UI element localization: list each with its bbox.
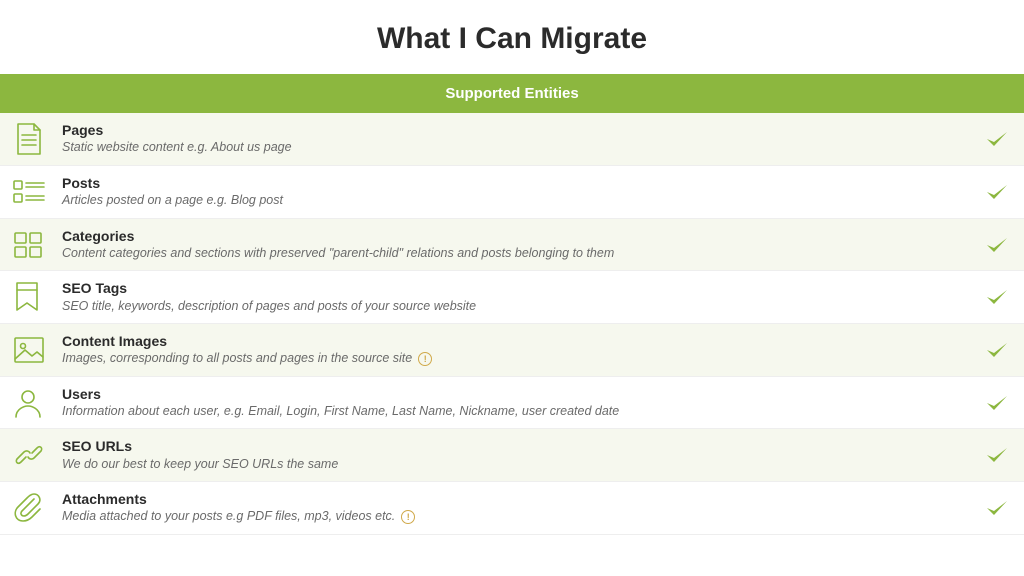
- entity-text: SEO TagsSEO title, keywords, description…: [56, 279, 978, 315]
- entity-list: PagesStatic website content e.g. About u…: [0, 113, 1024, 535]
- entity-row: CategoriesContent categories and section…: [0, 219, 1024, 272]
- entity-text: Content ImagesImages, corresponding to a…: [56, 332, 978, 368]
- entity-text: AttachmentsMedia attached to your posts …: [56, 490, 978, 526]
- entity-row: AttachmentsMedia attached to your posts …: [0, 482, 1024, 535]
- entity-description: SEO title, keywords, description of page…: [62, 298, 978, 316]
- entity-text: UsersInformation about each user, e.g. E…: [56, 385, 978, 421]
- entity-description-text: Articles posted on a page e.g. Blog post: [62, 192, 283, 210]
- images-icon: [12, 335, 56, 365]
- entity-description-text: Content categories and sections with pre…: [62, 245, 614, 263]
- supported-check-icon: [978, 236, 1008, 254]
- entity-title: Users: [62, 385, 978, 403]
- supported-check-icon: [978, 446, 1008, 464]
- page-icon: [12, 121, 56, 157]
- entity-text: CategoriesContent categories and section…: [56, 227, 978, 263]
- entity-title: Categories: [62, 227, 978, 245]
- entity-description-text: Media attached to your posts e.g PDF fil…: [62, 508, 395, 526]
- page-title: What I Can Migrate: [0, 0, 1024, 74]
- entity-description: We do our best to keep your SEO URLs the…: [62, 456, 978, 474]
- entity-text: PagesStatic website content e.g. About u…: [56, 121, 978, 157]
- entity-title: Content Images: [62, 332, 978, 350]
- categories-icon: [12, 230, 56, 260]
- entity-description: Images, corresponding to all posts and p…: [62, 350, 978, 368]
- entity-row: SEO TagsSEO title, keywords, description…: [0, 271, 1024, 324]
- entity-description: Information about each user, e.g. Email,…: [62, 403, 978, 421]
- entity-row: Content ImagesImages, corresponding to a…: [0, 324, 1024, 377]
- info-icon[interactable]: !: [401, 510, 415, 524]
- entity-description: Media attached to your posts e.g PDF fil…: [62, 508, 978, 526]
- info-icon[interactable]: !: [418, 352, 432, 366]
- supported-check-icon: [978, 183, 1008, 201]
- supported-check-icon: [978, 394, 1008, 412]
- entity-text: SEO URLsWe do our best to keep your SEO …: [56, 437, 978, 473]
- entity-description-text: We do our best to keep your SEO URLs the…: [62, 456, 338, 474]
- entity-row: UsersInformation about each user, e.g. E…: [0, 377, 1024, 430]
- supported-check-icon: [978, 499, 1008, 517]
- entity-description-text: Static website content e.g. About us pag…: [62, 139, 292, 157]
- entity-title: Attachments: [62, 490, 978, 508]
- seourls-icon: [12, 440, 56, 470]
- entity-description: Static website content e.g. About us pag…: [62, 139, 978, 157]
- users-icon: [12, 387, 56, 419]
- entity-row: PagesStatic website content e.g. About u…: [0, 113, 1024, 166]
- seotags-icon: [12, 280, 56, 314]
- attachments-icon: [12, 491, 56, 525]
- entity-description: Content categories and sections with pre…: [62, 245, 978, 263]
- supported-check-icon: [978, 130, 1008, 148]
- migration-capabilities: What I Can Migrate Supported Entities Pa…: [0, 0, 1024, 535]
- entity-description: Articles posted on a page e.g. Blog post: [62, 192, 978, 210]
- entity-description-text: SEO title, keywords, description of page…: [62, 298, 476, 316]
- entity-title: Posts: [62, 174, 978, 192]
- entity-title: Pages: [62, 121, 978, 139]
- supported-entities-header: Supported Entities: [0, 74, 1024, 113]
- entity-row: SEO URLsWe do our best to keep your SEO …: [0, 429, 1024, 482]
- entity-description-text: Information about each user, e.g. Email,…: [62, 403, 619, 421]
- entity-title: SEO URLs: [62, 437, 978, 455]
- entity-text: PostsArticles posted on a page e.g. Blog…: [56, 174, 978, 210]
- posts-icon: [12, 178, 56, 206]
- entity-row: PostsArticles posted on a page e.g. Blog…: [0, 166, 1024, 219]
- entity-description-text: Images, corresponding to all posts and p…: [62, 350, 412, 368]
- entity-title: SEO Tags: [62, 279, 978, 297]
- supported-check-icon: [978, 288, 1008, 306]
- supported-check-icon: [978, 341, 1008, 359]
